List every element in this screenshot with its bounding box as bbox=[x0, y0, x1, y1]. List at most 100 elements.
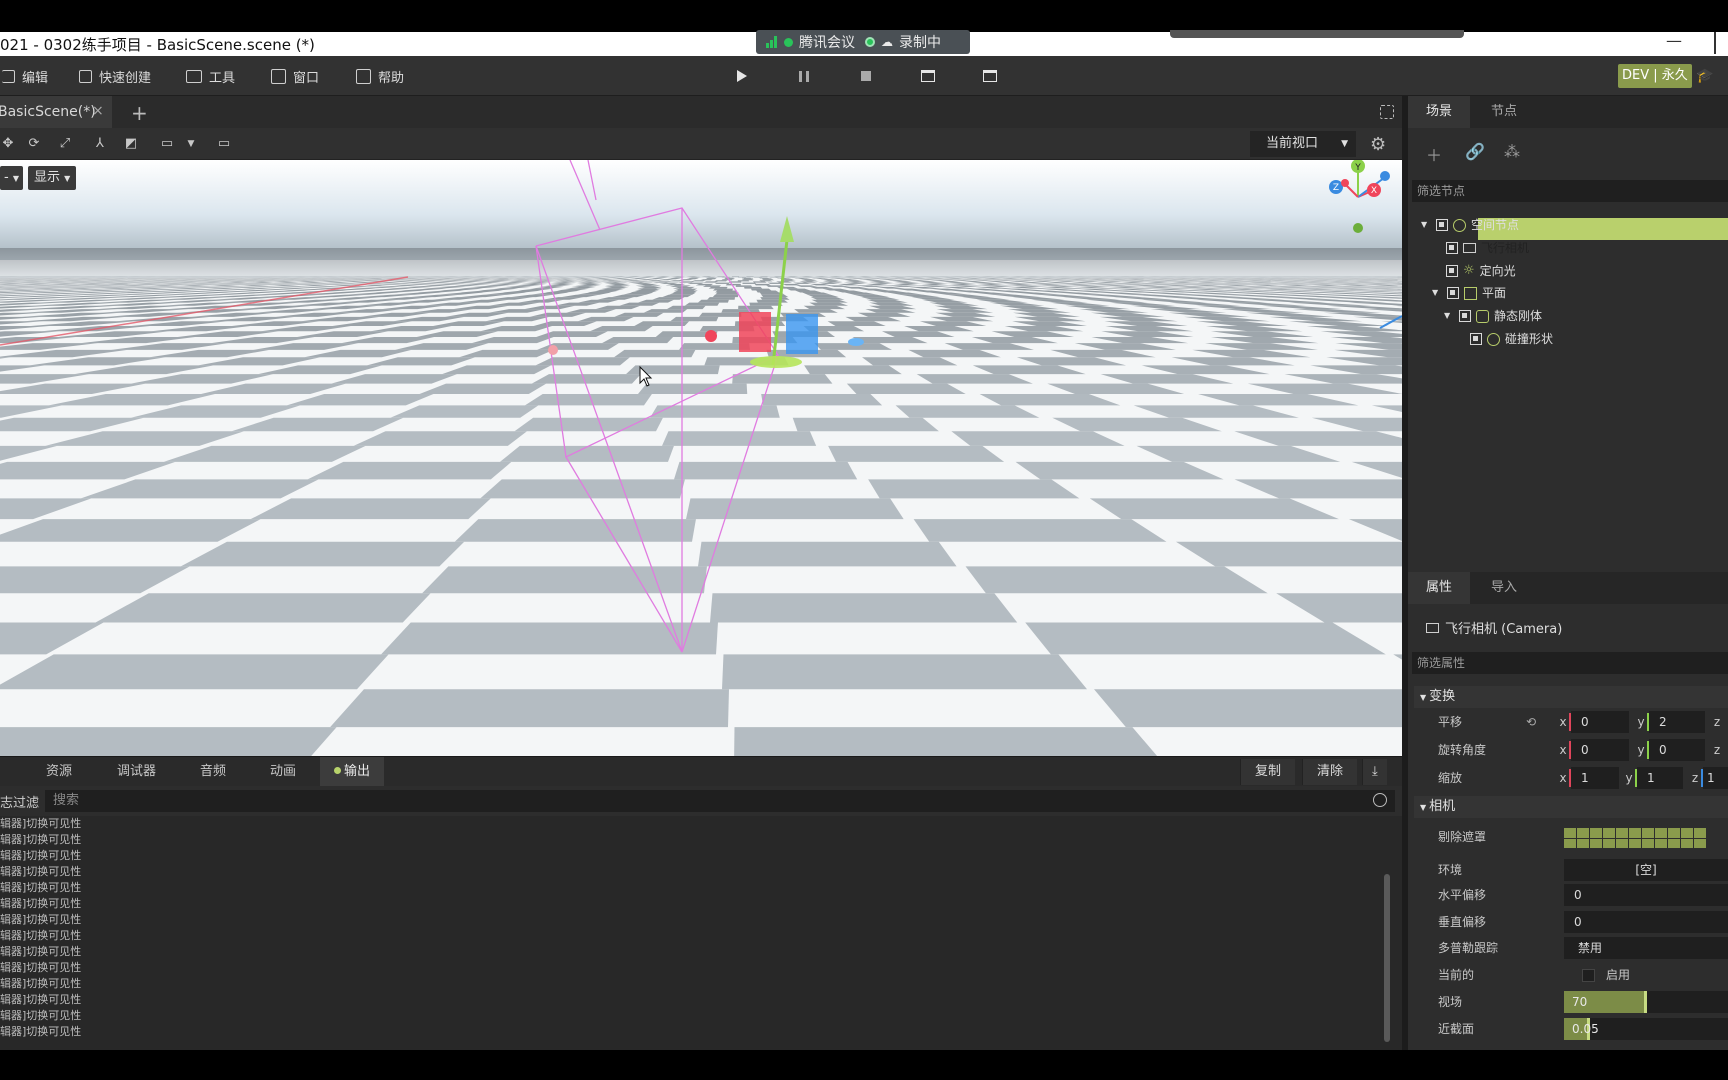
visibility-checkbox[interactable] bbox=[1436, 219, 1448, 231]
h-offset-input[interactable]: 0 bbox=[1564, 884, 1728, 906]
dev-badge[interactable]: DEV | 永久 bbox=[1618, 64, 1692, 88]
copy-button[interactable]: 复制 bbox=[1240, 759, 1296, 785]
visibility-checkbox[interactable] bbox=[1446, 242, 1458, 254]
minimize-button[interactable]: — bbox=[1664, 32, 1684, 52]
prop-rotation: 旋转角度 x 0 y 0 z bbox=[1438, 738, 1728, 762]
view-select[interactable]: 当前视口 ▼ bbox=[1250, 131, 1356, 157]
fov-slider-knob[interactable] bbox=[1644, 991, 1647, 1013]
output-log[interactable]: 辑器]切换可见性 辑器]切换可见性 辑器]切换可见性 辑器]切换可见性 辑器]切换可见性… bbox=[0, 816, 1402, 1050]
scale-y-input[interactable]: 1 bbox=[1637, 767, 1683, 789]
tab-assets[interactable]: 资源 bbox=[32, 757, 86, 787]
tab-hidden-edge[interactable]: · bbox=[0, 757, 6, 787]
menu-help[interactable]: 帮助 bbox=[356, 56, 404, 96]
tree-node-fly-camera[interactable]: 飞行相机 bbox=[1446, 237, 1529, 259]
rotation-y-input[interactable]: 0 bbox=[1649, 739, 1705, 761]
prop-current-label: 当前的 bbox=[1438, 968, 1475, 982]
tab-basic-scene[interactable]: BasicScene(*) × bbox=[0, 96, 112, 128]
floor-tile bbox=[712, 288, 734, 291]
rotation-x-input[interactable]: 0 bbox=[1571, 739, 1629, 761]
v-offset-input[interactable]: 0 bbox=[1564, 911, 1728, 933]
scale-z-input[interactable]: 1 bbox=[1703, 767, 1728, 789]
add-tab-button[interactable]: + bbox=[131, 101, 148, 125]
section-transform[interactable]: ▼ 变换 bbox=[1414, 686, 1728, 708]
node-filter-input[interactable]: 筛选节点 bbox=[1412, 180, 1728, 202]
tree-node-static-body[interactable]: ▼ 静态刚体 bbox=[1444, 305, 1542, 327]
quick-create-icon bbox=[79, 69, 92, 83]
snap-icon[interactable]: ◩ bbox=[123, 136, 139, 152]
environment-select[interactable]: [空] bbox=[1564, 859, 1728, 881]
add-node-icon[interactable]: ＋ bbox=[1426, 142, 1442, 166]
cull-mask-grid[interactable] bbox=[1564, 828, 1706, 848]
node-tree-icon[interactable]: ⁂ bbox=[1504, 142, 1520, 161]
search-icon[interactable] bbox=[1373, 793, 1387, 807]
move-tool-icon[interactable]: ✥ bbox=[0, 136, 16, 152]
tab-node[interactable]: 节点 bbox=[1473, 96, 1535, 128]
fullscreen-icon[interactable] bbox=[1380, 105, 1394, 119]
viewport-canvas[interactable]: Y Z X bbox=[0, 160, 1402, 756]
local-space-icon[interactable]: ⅄ bbox=[92, 136, 108, 152]
translate-y-input[interactable]: 2 bbox=[1649, 711, 1705, 733]
rotation-z-label[interactable]: z bbox=[1710, 739, 1724, 761]
close-tab-icon[interactable]: × bbox=[92, 103, 104, 119]
tab-output[interactable]: 输出 bbox=[320, 757, 385, 787]
meeting-overlay[interactable]: 腾讯会议 ☁ 录制中 bbox=[756, 30, 970, 54]
translate-x-input[interactable]: 0 bbox=[1571, 711, 1629, 733]
log-search-input[interactable]: 搜索 bbox=[45, 790, 1395, 812]
camera-preview-icon[interactable]: ▭ bbox=[216, 136, 232, 152]
tree-node-plane[interactable]: ▼ 平面 bbox=[1432, 282, 1506, 304]
tab-properties[interactable]: 属性 bbox=[1408, 572, 1471, 604]
prop-scale: 缩放 x 1 y 1 z 1 bbox=[1438, 766, 1728, 790]
menu-quick-create[interactable]: 快速创建 bbox=[79, 56, 151, 96]
menu-window[interactable]: 窗口 bbox=[271, 56, 319, 96]
ruler-icon[interactable]: ▭ bbox=[159, 136, 175, 152]
visibility-checkbox[interactable] bbox=[1470, 333, 1482, 345]
maximize-button[interactable] bbox=[1714, 32, 1728, 54]
pause-button[interactable] bbox=[794, 66, 814, 86]
property-filter-input[interactable]: 筛选属性 bbox=[1412, 652, 1728, 674]
doppler-select[interactable]: 禁用 bbox=[1564, 937, 1728, 959]
floor-tile bbox=[721, 279, 733, 281]
stop-button[interactable] bbox=[856, 66, 876, 86]
play-custom-scene-button[interactable] bbox=[980, 66, 1000, 86]
download-icon[interactable]: ⤓ bbox=[1362, 759, 1387, 785]
menu-edit[interactable]: 编辑 bbox=[2, 56, 48, 96]
gear-icon[interactable]: ⚙ bbox=[1370, 134, 1386, 155]
tab-debugger[interactable]: 调试器 bbox=[103, 757, 170, 787]
tree-node-directional-light[interactable]: ☼ 定向光 bbox=[1446, 260, 1516, 282]
visibility-checkbox[interactable] bbox=[1459, 310, 1471, 322]
section-camera[interactable]: ▼ 相机 bbox=[1414, 796, 1728, 818]
near-slider[interactable]: 0.05 bbox=[1564, 1018, 1728, 1040]
scale-x-input[interactable]: 1 bbox=[1571, 767, 1619, 789]
log-line: 辑器]切换可见性 bbox=[0, 1025, 82, 1038]
play-scene-button[interactable] bbox=[918, 66, 938, 86]
fov-slider[interactable]: 70 bbox=[1564, 991, 1728, 1013]
ruler-dropdown-icon[interactable]: ▼ bbox=[183, 136, 199, 152]
viewport-menu-button[interactable]: - ▼ bbox=[0, 166, 23, 190]
floor-tile bbox=[422, 566, 707, 594]
floor-tile bbox=[742, 279, 754, 281]
rotate-tool-icon[interactable]: ⟳ bbox=[26, 136, 42, 152]
current-checkbox[interactable] bbox=[1582, 969, 1595, 982]
scale-tool-icon[interactable]: ⤢ bbox=[57, 136, 73, 152]
floor-tile bbox=[735, 285, 753, 287]
clear-button[interactable]: 清除 bbox=[1302, 759, 1358, 785]
tab-animation[interactable]: 动画 bbox=[256, 757, 310, 787]
tab-audio[interactable]: 音频 bbox=[186, 757, 240, 787]
visibility-checkbox[interactable] bbox=[1447, 287, 1459, 299]
translate-z-label[interactable]: z bbox=[1710, 711, 1724, 733]
reset-icon[interactable]: ⟲ bbox=[1526, 710, 1536, 734]
tree-node-collision-shape[interactable]: 碰撞形状 bbox=[1470, 328, 1553, 350]
tab-scene[interactable]: 场景 bbox=[1408, 96, 1471, 128]
menu-tools[interactable]: 工具 bbox=[186, 56, 235, 96]
play-button[interactable] bbox=[732, 66, 752, 86]
graduation-cap-icon[interactable]: 🎓 bbox=[1696, 68, 1713, 84]
log-scrollbar[interactable] bbox=[1384, 874, 1390, 1042]
visibility-checkbox[interactable] bbox=[1446, 265, 1458, 277]
camera-handle[interactable] bbox=[548, 345, 558, 355]
tree-node-spatial[interactable]: ▼ 空间节点 bbox=[1421, 214, 1519, 236]
link-icon[interactable]: 🔗 bbox=[1465, 142, 1485, 161]
display-button[interactable]: 显示 ▼ bbox=[28, 166, 77, 190]
3d-viewport[interactable]: Y Z X bbox=[0, 160, 1402, 756]
prop-doppler-label: 多普勒跟踪 bbox=[1438, 941, 1499, 955]
tab-import[interactable]: 导入 bbox=[1473, 572, 1535, 604]
